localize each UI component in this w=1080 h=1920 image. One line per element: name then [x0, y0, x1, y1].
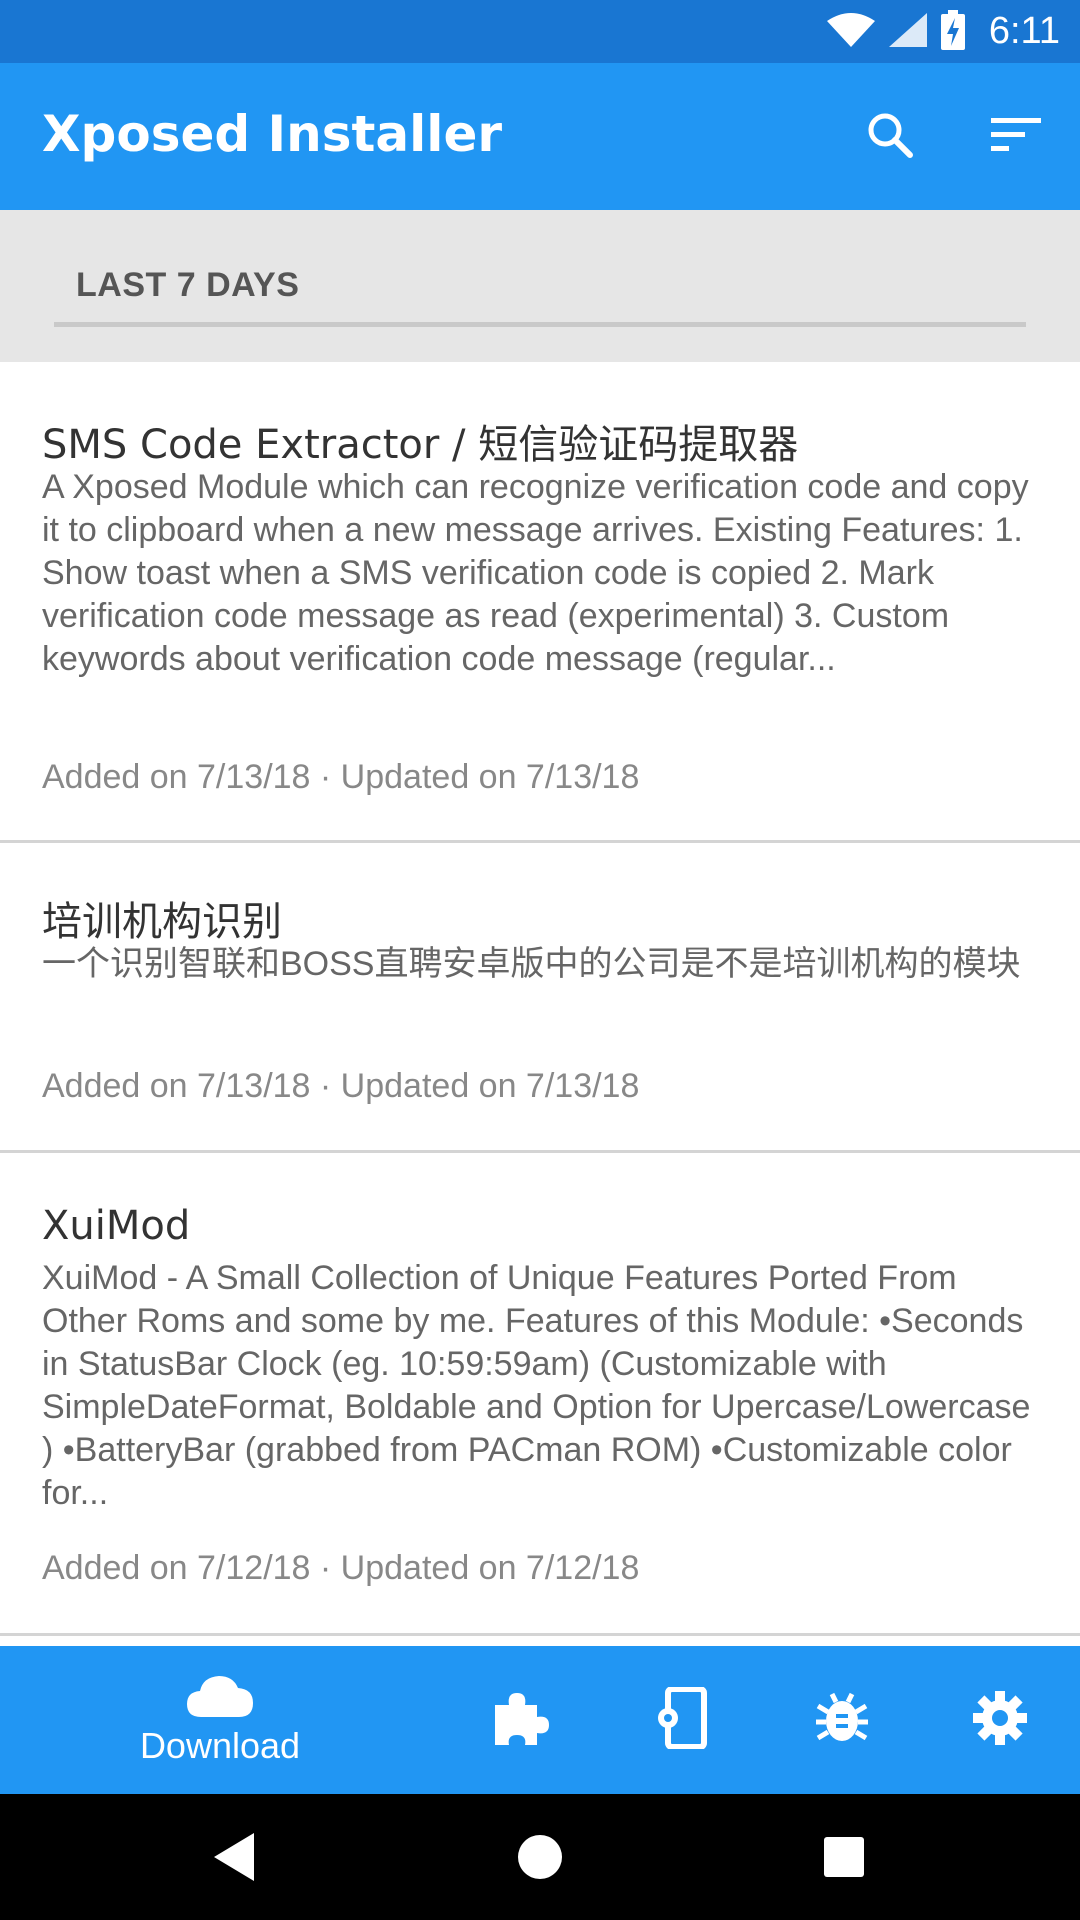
system-navigation-bar [0, 1794, 1080, 1920]
module-description: 一个识别智联和BOSS直聘安卓版中的公司是不是培训机构的模块 [42, 945, 1021, 983]
module-dates: Added on 7/12/18 · Updated on 7/12/18 [42, 1549, 640, 1587]
module-dates: Added on 7/13/18 · Updated on 7/13/18 [42, 758, 640, 796]
back-button[interactable] [200, 1824, 270, 1894]
search-icon [866, 111, 914, 163]
home-circle-icon [517, 1834, 563, 1884]
module-list-item[interactable]: SMS Code Extractor / 短信验证码提取器 A Xposed M… [0, 362, 1080, 843]
module-title: 培训机构识别 [42, 899, 282, 945]
sort-button[interactable] [986, 107, 1046, 167]
cellular-signal-icon [888, 12, 927, 51]
module-list-item[interactable]: 培训机构识别 一个识别智联和BOSS直聘安卓版中的公司是不是培训机构的模块 Ad… [0, 843, 1080, 1153]
recents-square-icon [824, 1837, 864, 1881]
nav-framework[interactable] [642, 1646, 722, 1794]
section-header: LAST 7 DAYS [0, 210, 1080, 362]
recents-button[interactable] [809, 1824, 879, 1894]
wifi-icon [826, 12, 875, 51]
module-list: SMS Code Extractor / 短信验证码提取器 A Xposed M… [0, 362, 1080, 1636]
nav-settings[interactable] [960, 1646, 1040, 1794]
nav-logs[interactable] [802, 1646, 882, 1794]
battery-charging-icon [940, 9, 965, 54]
section-title: LAST 7 DAYS [76, 266, 300, 304]
module-list-item[interactable]: XuiMod XuiMod - A Small Collection of Un… [0, 1153, 1080, 1636]
bottom-navigation: Download [0, 1646, 1080, 1794]
nav-download-label: Download [139, 1725, 301, 1766]
app-title: Xposed Installer [42, 105, 503, 163]
app-bar: Xposed Installer [0, 63, 1080, 210]
sort-icon [991, 116, 1041, 158]
search-button[interactable] [860, 107, 920, 167]
status-bar: 6:11 [0, 0, 1080, 63]
module-description: A Xposed Module which can recognize veri… [42, 468, 1029, 678]
puzzle-icon [491, 1689, 549, 1751]
module-dates: Added on 7/13/18 · Updated on 7/13/18 [42, 1067, 640, 1105]
phone-settings-icon [656, 1686, 708, 1753]
module-title: SMS Code Extractor / 短信验证码提取器 [42, 422, 799, 468]
nav-download[interactable]: Download [120, 1646, 320, 1794]
home-button[interactable] [505, 1824, 575, 1894]
gear-icon [973, 1691, 1027, 1749]
section-divider [54, 322, 1026, 327]
module-title: XuiMod [42, 1203, 191, 1249]
clock-time: 6:11 [988, 10, 1060, 52]
nav-modules[interactable] [480, 1646, 560, 1794]
module-description: XuiMod - A Small Collection of Unique Fe… [42, 1259, 1031, 1512]
bug-icon [816, 1692, 868, 1748]
cloud-icon [187, 1673, 253, 1721]
back-triangle-icon [214, 1833, 256, 1885]
